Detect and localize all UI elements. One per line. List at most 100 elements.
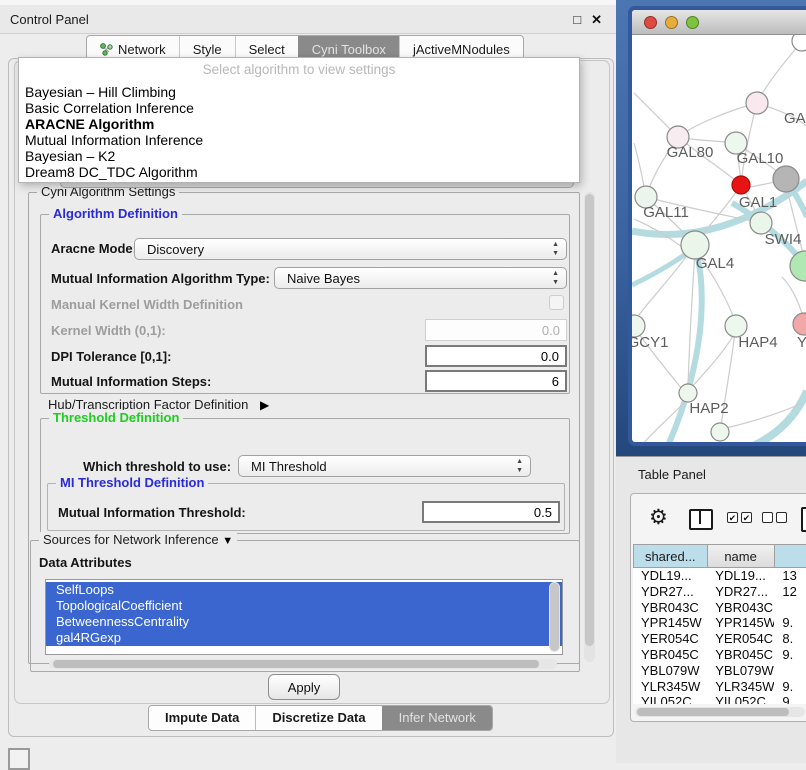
tab-style[interactable]: Style (179, 36, 235, 59)
dpi-tolerance-value: 0.0 (541, 349, 559, 364)
combo-arrows-icon: ▲▼ (516, 457, 523, 475)
dpi-tolerance-field[interactable]: 0.0 (425, 345, 567, 367)
deselect-all-icon[interactable] (762, 512, 787, 523)
mi-steps-field[interactable]: 6 (425, 370, 567, 392)
table-row[interactable]: YLR345WYLR345W9. (633, 679, 806, 695)
table-cell: 12 (774, 584, 806, 600)
aracne-mode-value: Discovery (147, 242, 204, 257)
network-canvas[interactable]: GALGAL80GAL10GAL1GAL11SWI4GAL4GCY1HAP4YH… (632, 35, 806, 426)
network-graph: GALGAL80GAL10GAL1GAL11SWI4GAL4GCY1HAP4YH… (632, 35, 806, 446)
show-columns-icon[interactable] (689, 509, 713, 530)
network-graph-icon (100, 43, 113, 56)
network-node-gal[interactable] (746, 92, 768, 114)
attributes-vertical-scrollbar[interactable] (549, 582, 560, 652)
panel-vertical-scrollbar[interactable] (584, 192, 595, 662)
collapsed-panel-icon[interactable] (8, 748, 30, 770)
table-row[interactable]: YBR043CYBR043C (633, 600, 806, 616)
node-label-hap4: HAP4 (738, 334, 777, 351)
tab-cyni-toolbox[interactable]: Cyni Toolbox (298, 36, 399, 59)
tab-network[interactable]: Network (87, 36, 179, 59)
table-cell: YER054C (707, 631, 774, 647)
algorithm-dropdown[interactable]: Select algorithm to view settings Bayesi… (18, 57, 580, 183)
network-node[interactable] (773, 166, 799, 192)
aracne-mode-select[interactable]: Discovery ▲▼ (134, 238, 567, 260)
network-node[interactable] (792, 35, 806, 51)
data-attribute-item[interactable]: BetweennessCentrality (46, 614, 562, 630)
data-attributes-list[interactable]: SelfLoopsTopologicalCoefficientBetweenne… (45, 579, 563, 655)
node-label-gal10: GAL10 (737, 150, 784, 167)
table-toolbar: ⚙ ✔ ✔ (631, 504, 806, 534)
column-header-shared...[interactable]: shared... (633, 544, 708, 568)
collapse-down-icon[interactable]: ▼ (222, 535, 233, 547)
table-horizontal-scrollbar[interactable] (635, 707, 805, 717)
algorithm-list: Bayesian – Hill ClimbingBasic Correlatio… (19, 84, 579, 180)
sources-group-title[interactable]: Sources for Network Inference ▼ (39, 532, 237, 547)
table-cell: YLR345W (633, 679, 707, 695)
network-node-y[interactable] (793, 313, 806, 335)
close-window-icon[interactable] (644, 16, 657, 29)
algorithm-option[interactable]: Bayesian – K2 (19, 148, 579, 164)
column-header-partial[interactable] (775, 544, 806, 568)
node-label-gal1: GAL1 (739, 194, 777, 211)
kernel-width-field[interactable]: 0.0 (425, 319, 567, 341)
algorithm-option[interactable]: Dream8 DC_TDC Algorithm (19, 164, 579, 180)
algorithm-option[interactable]: Bayesian – Hill Climbing (19, 84, 579, 100)
tab-impute-data[interactable]: Impute Data (149, 706, 255, 730)
network-node[interactable] (790, 251, 806, 281)
table-cell: YBR043C (633, 600, 707, 616)
data-attribute-item[interactable]: SelfLoops (46, 582, 562, 598)
network-window-titlebar[interactable] (632, 10, 806, 35)
column-header-name[interactable]: name (708, 544, 775, 568)
network-node-gal1[interactable] (732, 176, 750, 194)
node-label-gal11: GAL11 (643, 204, 689, 221)
gear-icon[interactable]: ⚙ (649, 503, 668, 533)
tab-select[interactable]: Select (235, 36, 298, 59)
algorithm-option[interactable]: Mutual Information Inference (19, 132, 579, 148)
application-window: Control Panel □ ✕ Network Style Select Cyni… (0, 0, 806, 762)
table-cell (774, 663, 806, 679)
table-cell: YBR045C (633, 647, 707, 663)
algorithm-option[interactable]: Basic Correlation Inference (19, 100, 579, 116)
table-row[interactable]: YER054CYER054C8. (633, 631, 806, 647)
control-panel-titlebar: Control Panel □ ✕ (0, 5, 618, 34)
network-node[interactable] (711, 423, 729, 441)
network-view-window[interactable]: GALGAL80GAL10GAL1GAL11SWI4GAL4GCY1HAP4YH… (628, 6, 806, 446)
expand-right-icon[interactable]: ▶ (252, 398, 269, 412)
threshold-definition-title: Threshold Definition (49, 410, 183, 425)
checkbox-unchecked-icon (762, 512, 773, 523)
table-cell: YBR045C (707, 647, 774, 663)
table-cell: 9. (774, 647, 806, 663)
table-row[interactable]: YDL19...YDL19...13 (633, 568, 806, 584)
algorithm-option[interactable]: ARACNE Algorithm (19, 116, 579, 132)
minimize-window-icon[interactable] (665, 16, 678, 29)
tab-label: Network (118, 42, 166, 57)
mi-threshold-field[interactable]: 0.5 (422, 501, 560, 523)
data-attribute-item[interactable]: gal4RGexp (46, 630, 562, 646)
node-label-gcy1: GCY1 (632, 334, 668, 351)
tab-infer-network[interactable]: Infer Network (382, 706, 492, 730)
float-panel-icon[interactable]: □ (573, 13, 581, 26)
close-panel-icon[interactable]: ✕ (591, 13, 602, 26)
which-threshold-select[interactable]: MI Threshold ▲▼ (238, 455, 531, 477)
manual-kernel-checkbox[interactable] (549, 295, 564, 310)
apply-button[interactable]: Apply (268, 674, 340, 700)
tab-label: Style (193, 42, 222, 57)
attributes-horizontal-scrollbar[interactable] (49, 659, 557, 669)
select-all-icon[interactable]: ✔ ✔ (727, 512, 752, 523)
zoom-window-icon[interactable] (686, 16, 699, 29)
new-table-icon[interactable] (801, 507, 806, 532)
tab-jactivemnodules[interactable]: jActiveMNodules (399, 36, 523, 59)
mi-threshold-label: Mutual Information Threshold: (58, 505, 246, 520)
tab-discretize-data[interactable]: Discretize Data (255, 706, 381, 730)
table-cell: 9. (774, 615, 806, 631)
data-attributes-label: Data Attributes (39, 555, 132, 570)
tab-label: Select (249, 42, 285, 57)
table-rows: YDL19...YDL19...13YDR27...YDR27...12YBR0… (633, 568, 806, 704)
table-row[interactable]: YDR27...YDR27...12 (633, 584, 806, 600)
table-row[interactable]: YBL079WYBL079W (633, 663, 806, 679)
mi-type-select[interactable]: Naive Bayes ▲▼ (274, 267, 567, 289)
table-row[interactable]: YBR045CYBR045C9. (633, 647, 806, 663)
data-attribute-item[interactable]: TopologicalCoefficient (46, 598, 562, 614)
table-row[interactable]: YIL052CYIL052C9 (633, 694, 806, 704)
table-row[interactable]: YPR145WYPR145W9. (633, 615, 806, 631)
